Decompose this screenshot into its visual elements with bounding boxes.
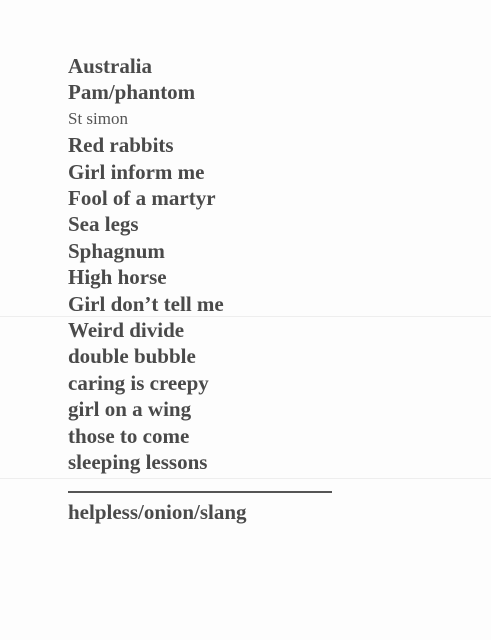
song-item: Weird divide xyxy=(68,318,185,343)
song-item: Girl inform me xyxy=(68,159,205,184)
song-item: Pam/phantom xyxy=(68,80,196,105)
song-item: Sea legs xyxy=(68,212,139,237)
encore-songs: helpless/onion/slang xyxy=(68,500,247,524)
song-item: Red rabbits xyxy=(68,133,174,158)
song-item: girl on a wing xyxy=(68,397,192,422)
paper-fold-line xyxy=(0,478,491,479)
song-item: those to come xyxy=(68,423,190,448)
song-item: Sphagnum xyxy=(68,238,165,263)
song-item: double bubble xyxy=(68,344,196,369)
encore-divider xyxy=(68,491,332,493)
song-item: sleeping lessons xyxy=(68,450,208,475)
song-item: caring is creepy xyxy=(68,370,209,395)
song-list: Australia Pam/phantom St simon Red rabbi… xyxy=(68,53,224,476)
song-item: Australia xyxy=(68,54,152,78)
song-item: High horse xyxy=(68,265,167,290)
setlist-sheet: Australia Pam/phantom St simon Red rabbi… xyxy=(0,0,491,640)
song-item: St simon xyxy=(68,108,128,128)
song-item: Girl don’t tell me xyxy=(68,291,224,316)
song-item: Fool of a martyr xyxy=(68,186,216,211)
